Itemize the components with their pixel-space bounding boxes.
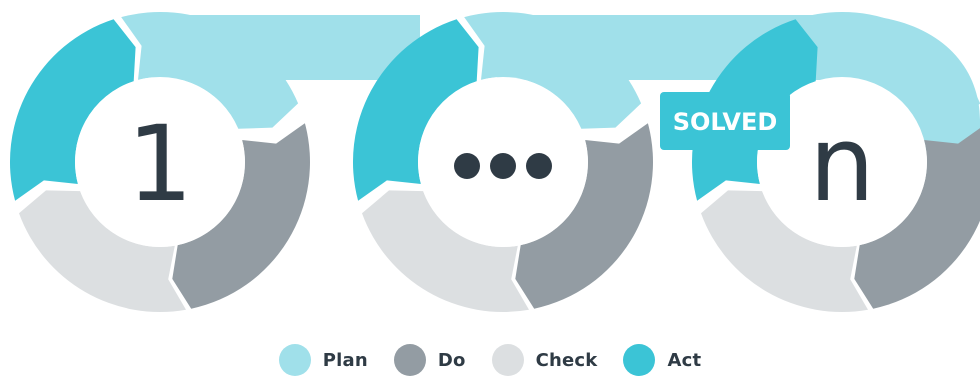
legend-label-check: Check <box>535 349 598 371</box>
legend: Plan Do Check Act <box>0 342 980 378</box>
legend-swatch-plan <box>278 344 311 376</box>
legend-item-do: Do <box>393 344 466 376</box>
solved-badge: SOLVED <box>660 92 790 150</box>
legend-swatch-act <box>623 344 656 376</box>
legend-swatch-do <box>393 344 426 376</box>
legend-label-plan: Plan <box>322 349 368 371</box>
cycle-3: n <box>691 11 980 312</box>
ellipsis-dot-2 <box>490 153 516 179</box>
cycle-1: 1 <box>9 11 310 312</box>
ellipsis-dot-1 <box>454 153 480 179</box>
cycle-1-label: 1 <box>127 103 193 225</box>
legend-label-do: Do <box>437 349 466 371</box>
legend-item-act: Act <box>623 344 701 376</box>
legend-swatch-check <box>491 344 524 376</box>
solved-badge-label: SOLVED <box>673 108 778 136</box>
legend-item-plan: Plan <box>278 344 368 376</box>
ellipsis-dot-3 <box>526 153 552 179</box>
cycles: 1n <box>9 11 980 312</box>
legend-item-check: Check <box>491 344 598 376</box>
cycle-3-label: n <box>809 103 875 225</box>
legend-label-act: Act <box>667 349 702 371</box>
pdca-diagram: 1n SOLVED <box>9 11 980 312</box>
cycle-2 <box>352 11 653 312</box>
